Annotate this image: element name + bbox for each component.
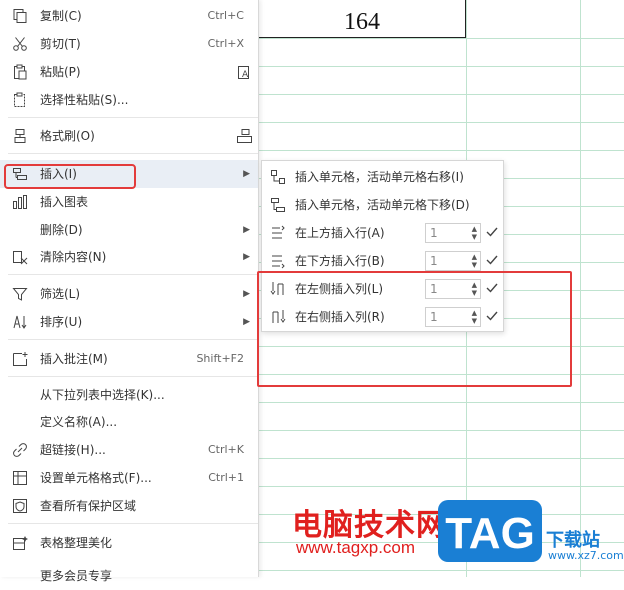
submenu-arrow-icon: ▶ [243,225,250,235]
submenu-item-insert-cell-shift-right[interactable]: 插入单元格，活动单元格右移(I) [262,163,503,191]
svg-text:A: A [242,70,249,80]
menu-shortcut: Ctrl+X [207,37,244,50]
menu-item-define-name[interactable]: 定义名称(A)... [0,408,258,436]
paste-icon [14,64,27,80]
menu-item-filter[interactable]: 筛选(L) ▶ [0,280,258,308]
watermark-download-url: www.xz7.com [548,549,624,562]
menu-item-format-brush[interactable]: 格式刷(O) [0,122,258,150]
menu-label: 设置单元格格式(F)... [40,471,152,485]
beautify-icon [13,536,28,550]
menu-label: 删除(D) [40,223,83,237]
submenu-arrow-icon: ▶ [243,289,250,299]
stepper-down-icon[interactable]: ▼ [472,261,477,269]
tag-logo-icon: TAG [438,500,542,562]
cell-value[interactable]: 164 [258,0,466,38]
menu-shortcut: Shift+F2 [196,352,244,365]
insert-cell-down-icon [271,198,285,212]
context-menu: 复制(C) Ctrl+C 剪切(T) Ctrl+X 粘贴(P) A 选择性粘贴(… [0,0,259,583]
submenu-item-insert-row-above[interactable]: 在上方插入行(A) 1 ▲ ▼ [262,219,503,247]
menu-item-insert-chart[interactable]: 插入图表 [0,188,258,216]
menu-label: 从下拉列表中选择(K)... [40,388,165,402]
stepper-value: 1 [430,254,438,268]
menu-label: 查看所有保护区域 [40,499,137,513]
menu-label: 格式刷(O) [40,129,95,143]
shield-icon [13,499,27,513]
scissors-icon [13,37,27,51]
sort-icon [13,315,27,329]
menu-label: 复制(C) [40,9,82,23]
paste-special-icon [14,92,25,107]
menu-label: 粘贴(P) [40,65,81,79]
submenu-arrow-icon: ▶ [243,169,250,179]
stepper-down-icon[interactable]: ▼ [472,233,477,241]
menu-item-hyperlink[interactable]: 超链接(H)... Ctrl+K [0,436,258,464]
filter-icon [12,288,28,301]
copy-icon [13,9,27,23]
submenu-label: 在上方插入行(A) [295,226,385,240]
stepper-up-icon[interactable]: ▲ [472,225,477,233]
menu-shortcut: Ctrl+1 [208,471,244,484]
chart-icon [13,195,27,209]
check-icon[interactable] [486,252,498,268]
menu-item-clear-content[interactable]: 清除内容(N) ▶ [0,243,258,271]
format-brush-icon [14,129,26,143]
menu-separator [8,153,258,154]
menu-item-beautify-table[interactable]: 表格整理美化 [0,529,258,557]
menu-label: 插入图表 [40,195,89,209]
insert-row-above-icon [272,225,285,239]
menu-separator [8,339,258,340]
submenu-label: 插入单元格，活动单元格右移(I) [295,170,464,184]
menu-shortcut: Ctrl+K [207,443,244,456]
menu-item-paste[interactable]: 粘贴(P) A [0,58,258,86]
menu-item-view-protected[interactable]: 查看所有保护区域 [0,492,258,520]
menu-shortcut: Ctrl+C [207,9,244,22]
menu-item-pick-from-list[interactable]: 从下拉列表中选择(K)... [0,381,258,409]
menu-item-cut[interactable]: 剪切(T) Ctrl+X [0,30,258,58]
insert-cell-right-icon [271,170,285,184]
menu-separator [8,117,258,118]
menu-item-delete[interactable]: 删除(D) ▶ [0,216,258,244]
highlight-insert-menu-item [4,164,136,189]
stepper-up-icon[interactable]: ▲ [472,253,477,261]
menu-label: 剪切(T) [40,37,81,51]
menu-label: 表格整理美化 [40,536,113,550]
submenu-label: 插入单元格，活动单元格下移(D) [295,198,470,212]
submenu-arrow-icon: ▶ [243,252,250,262]
menu-label: 排序(U) [40,315,83,329]
cell-format-icon [13,471,27,485]
menu-label: 选择性粘贴(S)... [40,93,129,107]
menu-label: 筛选(L) [40,287,81,301]
menu-item-paste-special[interactable]: 选择性粘贴(S)... [0,86,258,114]
insert-row-below-icon [272,255,285,269]
highlight-insert-column-options [257,271,572,387]
menu-item-copy[interactable]: 复制(C) Ctrl+C [0,2,258,30]
comment-icon [13,352,28,366]
menu-label: 清除内容(N) [40,250,107,264]
stepper-value: 1 [430,226,438,240]
menu-separator [8,274,258,275]
menu-item-format-cells[interactable]: 设置单元格格式(F)... Ctrl+1 [0,464,258,492]
menu-label: 更多会员专享 [40,569,113,583]
check-icon[interactable] [486,224,498,240]
eraser-icon [13,251,28,265]
menu-separator [8,376,258,377]
menu-item-insert-comment[interactable]: 插入批注(M) Shift+F2 [0,345,258,373]
submenu-item-insert-cell-shift-down[interactable]: 插入单元格，活动单元格下移(D) [262,191,503,219]
paste-options-icon[interactable]: A [236,64,252,80]
watermark-site-url: www.tagxp.com [296,538,416,557]
menu-item-sort[interactable]: 排序(U) ▶ [0,308,258,336]
menu-item-more-vip[interactable]: 更多会员专享 [0,562,258,590]
submenu-arrow-icon: ▶ [243,317,250,327]
row-above-count-stepper[interactable]: 1 ▲ ▼ [425,223,481,243]
menu-label: 插入批注(M) [40,352,108,366]
row-below-count-stepper[interactable]: 1 ▲ ▼ [425,251,481,271]
menu-separator [8,523,258,524]
format-brush-options-icon[interactable] [236,128,254,144]
logo-text: TAG [445,509,535,558]
link-icon [13,443,27,457]
menu-label: 超链接(H)... [40,443,106,457]
menu-label: 定义名称(A)... [40,415,118,429]
